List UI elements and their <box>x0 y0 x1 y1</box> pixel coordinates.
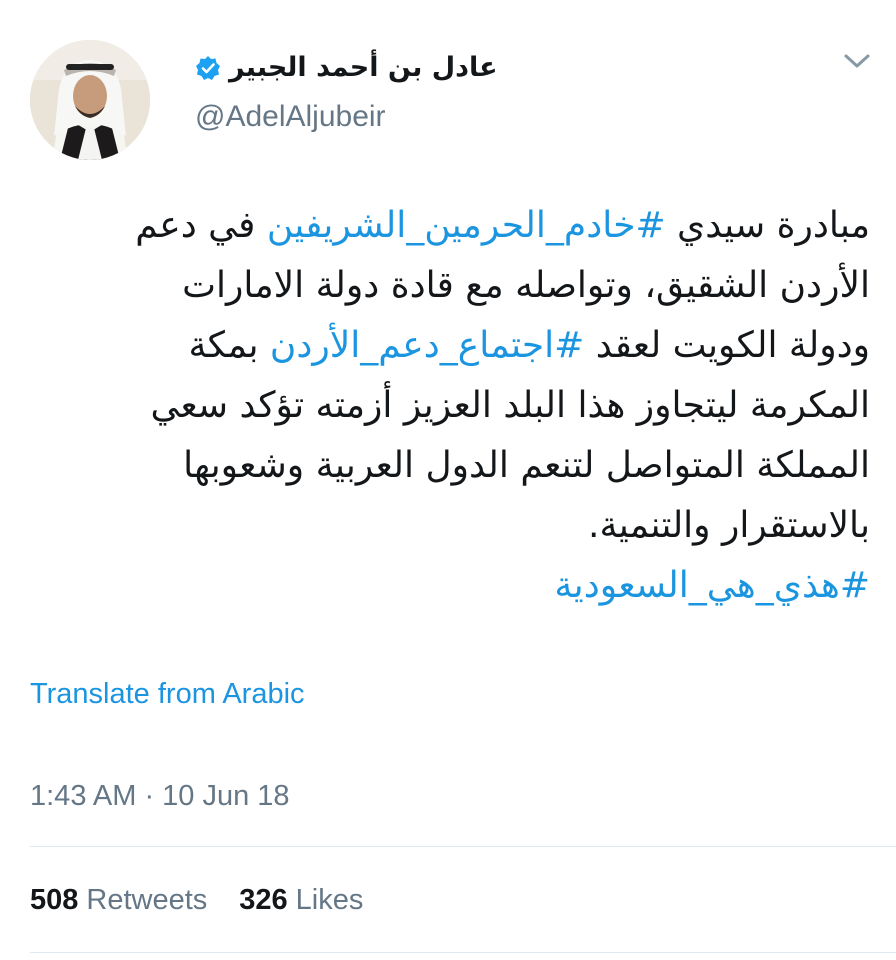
tweet-line: بالاستقرار والتنمية. <box>20 496 870 556</box>
tweet-text-segment: الأردن الشقيق، وتواصله مع قادة دولة الام… <box>182 265 870 306</box>
tweet-stats: 508 Retweets 326 Likes <box>30 884 363 917</box>
translate-link[interactable]: Translate from Arabic <box>30 678 305 711</box>
author-name-row[interactable]: عادل بن أحمد الجبير <box>195 52 498 83</box>
author-handle[interactable]: @AdelAljubeir <box>195 100 386 134</box>
tweet-header: عادل بن أحمد الجبير @AdelAljubeir <box>0 0 896 170</box>
divider <box>30 952 896 953</box>
tweet-text-segment: بالاستقرار والتنمية. <box>588 505 870 546</box>
chevron-down-icon[interactable] <box>842 50 872 72</box>
hashtag-link[interactable]: #خادم_الحرمين_الشريفين <box>267 205 666 246</box>
avatar-image <box>30 40 150 160</box>
likes-stat[interactable]: 326 Likes <box>239 884 363 917</box>
verified-badge-icon <box>196 55 220 80</box>
tweet-line: مبادرة سيدي #خادم_الحرمين_الشريفين في دع… <box>20 196 870 256</box>
likes-count: 326 <box>239 884 288 916</box>
avatar[interactable] <box>30 40 150 160</box>
tweet-text-segment: ودولة الكويت لعقد <box>584 325 870 366</box>
retweets-count: 508 <box>30 884 79 916</box>
divider <box>30 846 896 847</box>
tweet-line: المملكة المتواصل لتنعم الدول العربية وشع… <box>20 436 870 496</box>
tweet-timestamp[interactable]: 1:43 AM · 10 Jun 18 <box>30 780 290 813</box>
author-display-name: عادل بن أحمد الجبير <box>229 52 498 83</box>
tweet-text-segment: المملكة المتواصل لتنعم الدول العربية وشع… <box>183 445 870 486</box>
tweet-line: المكرمة ليتجاوز هذا البلد العزيز أزمته ت… <box>20 376 870 436</box>
hashtag-link[interactable]: #اجتماع_دعم_الأردن <box>270 325 584 366</box>
retweets-stat[interactable]: 508 Retweets <box>30 884 207 917</box>
tweet-text-segment: مبادرة سيدي <box>665 205 870 246</box>
hashtag-link[interactable]: #هذي_هي_السعودية <box>554 565 870 606</box>
tweet-line: ودولة الكويت لعقد #اجتماع_دعم_الأردن بمك… <box>20 316 870 376</box>
tweet-text-segment: المكرمة ليتجاوز هذا البلد العزيز أزمته ت… <box>150 385 870 426</box>
tweet-text-segment: بمكة <box>188 325 270 366</box>
tweet-text-segment: في دعم <box>135 205 267 246</box>
tweet-text: مبادرة سيدي #خادم_الحرمين_الشريفين في دع… <box>20 196 870 616</box>
likes-label: Likes <box>295 884 364 916</box>
tweet-line: الأردن الشقيق، وتواصله مع قادة دولة الام… <box>20 256 870 316</box>
tweet-line: #هذي_هي_السعودية <box>20 556 870 616</box>
retweets-label: Retweets <box>86 884 208 916</box>
